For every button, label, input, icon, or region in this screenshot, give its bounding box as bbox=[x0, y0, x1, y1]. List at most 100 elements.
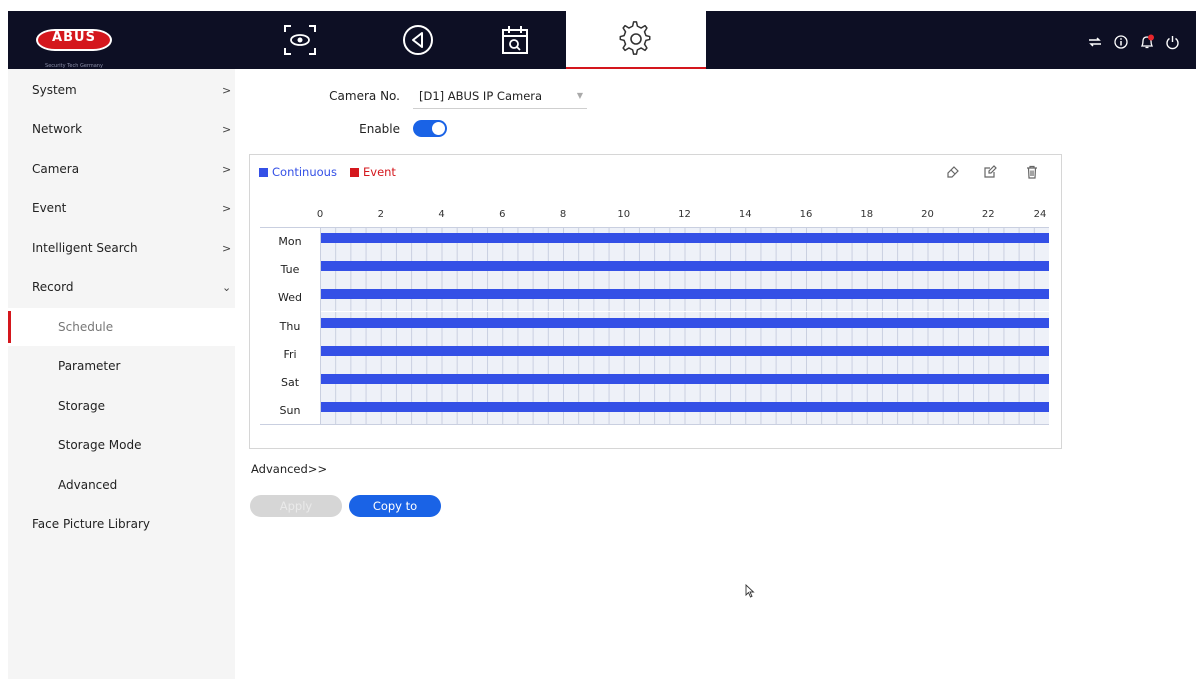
schedule-row-mon[interactable]: Mon bbox=[260, 227, 1049, 255]
eraser-icon bbox=[947, 166, 959, 178]
chevron-down-icon: ▼ bbox=[576, 91, 583, 100]
legend-continuous-label: Continuous bbox=[272, 165, 337, 179]
hour-label: 14 bbox=[738, 209, 752, 220]
sidebar-item-storage-mode[interactable]: Storage Mode bbox=[8, 426, 235, 464]
sidebar-item-label: Camera bbox=[32, 162, 80, 176]
abus-logo: ABUS Security Tech Germany bbox=[36, 29, 112, 69]
sidebar-item-schedule[interactable]: Schedule bbox=[8, 308, 235, 346]
delete-button[interactable] bbox=[1023, 163, 1041, 181]
sidebar-item-label: Event bbox=[32, 201, 67, 215]
legend-continuous: Continuous bbox=[259, 165, 337, 179]
sidebar-item-parameter[interactable]: Parameter bbox=[8, 347, 235, 385]
grid-border bbox=[260, 227, 1049, 228]
info-button[interactable] bbox=[1112, 33, 1130, 51]
hour-label: 0 bbox=[316, 209, 324, 220]
sidebar-item-label: Advanced bbox=[58, 478, 118, 492]
hour-label: 16 bbox=[799, 209, 813, 220]
schedule-row-thu[interactable]: Thu bbox=[260, 312, 1049, 340]
hour-label: 10 bbox=[617, 209, 631, 220]
hour-label: 22 bbox=[981, 209, 995, 220]
nav-settings[interactable] bbox=[566, 11, 706, 69]
camera-select-value: [D1] ABUS IP Camera bbox=[419, 89, 543, 103]
schedule-bar-continuous[interactable] bbox=[320, 233, 1049, 243]
event-swatch bbox=[350, 167, 359, 177]
apply-button[interactable]: Apply bbox=[250, 495, 342, 517]
nav-search[interactable] bbox=[445, 11, 585, 69]
sidebar-item-label: Face Picture Library bbox=[32, 517, 150, 531]
day-label: Wed bbox=[260, 283, 320, 311]
grid-border bbox=[260, 424, 1049, 425]
schedule-bar-continuous[interactable] bbox=[320, 374, 1049, 384]
toggle-knob bbox=[432, 122, 445, 135]
eraser-button[interactable] bbox=[944, 163, 962, 181]
network-status[interactable] bbox=[1086, 33, 1104, 51]
gear-icon bbox=[619, 21, 651, 55]
sidebar-item-face-picture-library[interactable]: Face Picture Library bbox=[8, 505, 235, 543]
schedule-row-sun[interactable]: Sun bbox=[260, 396, 1049, 424]
chevron-right-icon: > bbox=[222, 241, 232, 255]
camera-no-label: Camera No. bbox=[329, 89, 400, 103]
chevron-right-icon: > bbox=[222, 201, 232, 215]
hour-label: 20 bbox=[921, 209, 934, 220]
sidebar-item-network[interactable]: Network > bbox=[8, 110, 235, 148]
legend-event-label: Event bbox=[363, 165, 396, 179]
chevron-right-icon: > bbox=[222, 122, 232, 136]
sidebar-item-event[interactable]: Event > bbox=[8, 189, 235, 227]
sidebar-item-label: Intelligent Search bbox=[32, 241, 138, 255]
sidebar-item-advanced[interactable]: Advanced bbox=[8, 466, 235, 504]
schedule-bar-continuous[interactable] bbox=[320, 289, 1049, 299]
sidebar-item-label: Storage Mode bbox=[58, 438, 142, 452]
power-button[interactable] bbox=[1163, 33, 1181, 51]
sidebar-item-label: System bbox=[32, 83, 77, 97]
camera-select[interactable]: [D1] ABUS IP Camera ▼ bbox=[413, 86, 587, 109]
chevron-right-icon: > bbox=[222, 162, 232, 176]
chevron-right-icon: > bbox=[222, 83, 232, 97]
sidebar-item-storage[interactable]: Storage bbox=[8, 387, 235, 425]
network-icon bbox=[1089, 37, 1101, 47]
day-label: Sun bbox=[260, 396, 320, 424]
sidebar-item-intelligent-search[interactable]: Intelligent Search > bbox=[8, 229, 235, 267]
schedule-bar-continuous[interactable] bbox=[320, 402, 1049, 412]
day-label: Sat bbox=[260, 368, 320, 396]
continuous-swatch bbox=[259, 167, 268, 177]
chevron-down-icon: ⌄ bbox=[222, 280, 232, 294]
info-icon bbox=[1114, 35, 1128, 49]
edit-icon bbox=[984, 165, 997, 178]
hour-label: 8 bbox=[559, 209, 567, 220]
grid-border bbox=[320, 227, 321, 425]
sidebar-item-record[interactable]: Record ⌄ bbox=[8, 268, 235, 306]
schedule-row-fri[interactable]: Fri bbox=[260, 340, 1049, 368]
hour-label: 24 bbox=[1033, 209, 1047, 220]
schedule-row-sat[interactable]: Sat bbox=[260, 368, 1049, 396]
hour-label: 4 bbox=[438, 209, 445, 220]
schedule-bar-continuous[interactable] bbox=[320, 346, 1049, 356]
power-icon bbox=[1165, 35, 1179, 49]
sidebar-item-system[interactable]: System > bbox=[8, 71, 235, 109]
enable-label: Enable bbox=[359, 122, 400, 136]
sidebar-item-camera[interactable]: Camera > bbox=[8, 150, 235, 188]
alarm-button[interactable] bbox=[1138, 33, 1156, 51]
sidebar-item-label: Network bbox=[32, 122, 83, 136]
alarm-bell-icon bbox=[1140, 34, 1154, 49]
schedule-row-wed[interactable]: Wed bbox=[260, 283, 1049, 311]
enable-toggle[interactable] bbox=[413, 120, 447, 137]
schedule-bar-continuous[interactable] bbox=[320, 261, 1049, 271]
sidebar-item-label: Schedule bbox=[58, 320, 114, 334]
schedule-bar-continuous[interactable] bbox=[320, 318, 1049, 328]
day-label: Thu bbox=[260, 312, 320, 340]
day-label: Tue bbox=[260, 255, 320, 283]
sidebar-item-label: Storage bbox=[58, 399, 105, 413]
day-label: Fri bbox=[260, 340, 320, 368]
delete-icon bbox=[1027, 165, 1037, 179]
sidebar-item-label: Parameter bbox=[58, 359, 121, 373]
search-calendar-icon bbox=[502, 26, 528, 54]
schedule-row-tue[interactable]: Tue bbox=[260, 255, 1049, 283]
hour-label: 18 bbox=[860, 209, 874, 220]
edit-button[interactable] bbox=[981, 163, 999, 181]
playback-icon bbox=[403, 25, 433, 55]
mouse-cursor-icon bbox=[745, 584, 755, 598]
hour-label: 2 bbox=[377, 209, 384, 220]
advanced-link[interactable]: Advanced>> bbox=[251, 462, 327, 476]
copy-to-button[interactable]: Copy to bbox=[349, 495, 441, 517]
hour-label: 12 bbox=[678, 209, 691, 220]
